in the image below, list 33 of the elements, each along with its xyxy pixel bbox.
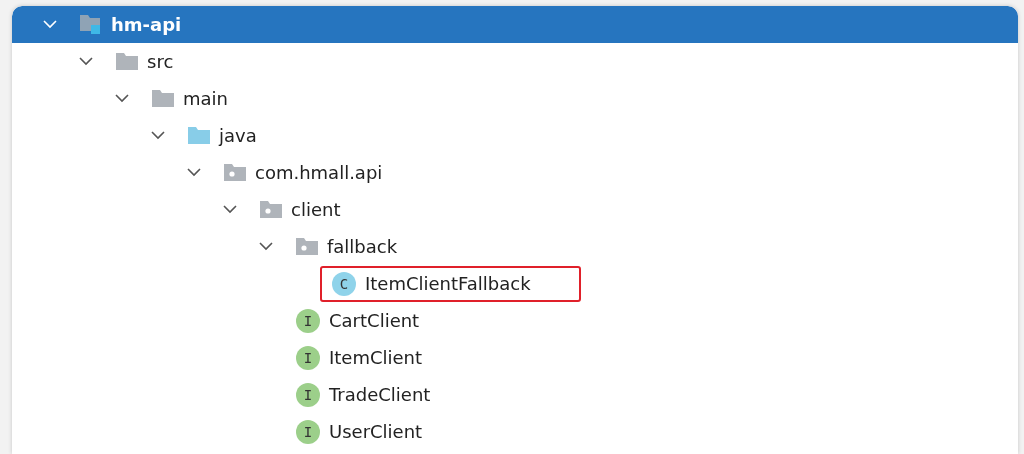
tree-item-label[interactable]: ItemClientFallback	[365, 273, 531, 294]
expand-chevron-icon[interactable]	[258, 240, 274, 253]
tree-item-label[interactable]: src	[147, 51, 174, 72]
expand-chevron-icon[interactable]	[150, 129, 166, 142]
tree-item-label[interactable]: UserClient	[329, 421, 423, 442]
tree-item-label[interactable]: hm-api	[111, 14, 182, 35]
expand-chevron-icon[interactable]	[78, 55, 94, 68]
expand-chevron-icon[interactable]	[114, 92, 130, 105]
selected-row[interactable]: hm-api	[12, 6, 1018, 43]
tree-item-label[interactable]: CartClient	[329, 310, 420, 331]
tree-item-label[interactable]: main	[183, 88, 228, 109]
package-folder-icon	[224, 163, 246, 182]
expand-chevron-icon[interactable]	[186, 166, 202, 179]
class-icon: C	[332, 271, 356, 296]
interface-icon: I	[296, 419, 320, 444]
tree-item-label[interactable]: ItemClient	[329, 347, 423, 368]
expand-chevron-icon[interactable]	[222, 203, 238, 216]
tree-item-label[interactable]: client	[291, 199, 341, 220]
folder-icon	[116, 52, 138, 71]
module-folder-icon	[80, 14, 102, 35]
tree-item-label[interactable]: TradeClient	[329, 384, 431, 405]
highlight-frame[interactable]: C ItemClientFallback	[320, 265, 581, 302]
package-folder-icon	[260, 200, 282, 219]
tree-item-label[interactable]: fallback	[327, 236, 398, 257]
expand-chevron-icon[interactable]	[42, 18, 58, 31]
interface-icon: I	[296, 345, 320, 370]
interface-icon: I	[296, 308, 320, 333]
folder-icon	[152, 89, 174, 108]
tree-item-label[interactable]: java	[219, 125, 257, 146]
folder-icon	[188, 126, 210, 145]
interface-icon: I	[296, 382, 320, 407]
tree-item-label[interactable]: com.hmall.api	[255, 162, 383, 183]
package-folder-icon	[296, 237, 318, 256]
